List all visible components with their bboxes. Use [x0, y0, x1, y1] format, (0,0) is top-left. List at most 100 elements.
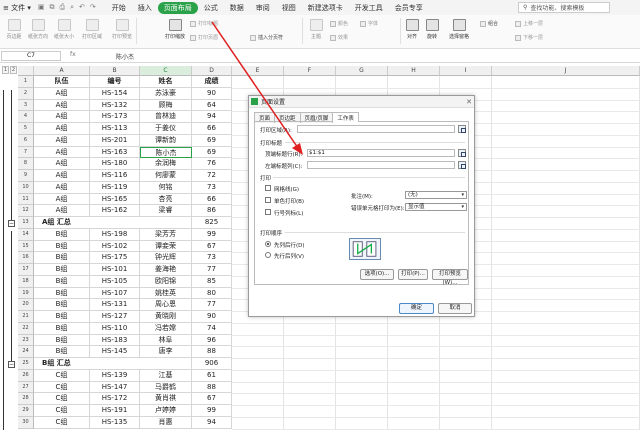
score-cell[interactable]: 69: [192, 134, 232, 147]
score-cell[interactable]: 73: [192, 181, 232, 194]
name-cell[interactable]: 姜海艳: [140, 264, 192, 276]
row-header[interactable]: 27: [18, 381, 34, 394]
team-cell[interactable]: A组: [34, 123, 90, 135]
team-cell[interactable]: A组: [34, 205, 90, 217]
id-cell[interactable]: HS-154: [90, 87, 140, 100]
column-header-c[interactable]: C: [140, 66, 192, 76]
name-cell[interactable]: 卢婷婷: [140, 405, 192, 417]
name-cell[interactable]: 冯若嫦: [140, 322, 192, 335]
subtotal-value-cell[interactable]: 906: [192, 358, 232, 370]
id-cell[interactable]: HS-175: [90, 252, 140, 264]
column-header-i[interactable]: I: [440, 66, 492, 76]
id-cell[interactable]: HS-172: [90, 393, 140, 405]
print-title-button[interactable]: 打印标题: [190, 20, 218, 27]
group-button[interactable]: 组合: [480, 20, 498, 27]
row-header[interactable]: 18: [18, 275, 34, 288]
score-cell[interactable]: 67: [192, 393, 232, 405]
column-header-g[interactable]: G: [336, 66, 388, 76]
score-cell[interactable]: 94: [192, 416, 232, 429]
name-cell[interactable]: 梁睿: [140, 205, 192, 217]
team-cell[interactable]: C组: [34, 393, 90, 405]
score-cell[interactable]: 76: [192, 158, 232, 170]
id-cell[interactable]: HS-191: [90, 405, 140, 417]
tab-new[interactable]: 新建选项卡: [302, 2, 349, 14]
row-header[interactable]: 24: [18, 346, 34, 358]
send-backward-button[interactable]: 下移一层: [515, 34, 543, 41]
row-header[interactable]: 17: [18, 264, 34, 276]
score-cell[interactable]: 94: [192, 111, 232, 123]
row-header[interactable]: 30: [18, 416, 34, 429]
id-cell[interactable]: HS-102: [90, 240, 140, 253]
row-header[interactable]: 12: [18, 205, 34, 217]
align-button[interactable]: 对齐: [404, 19, 420, 40]
id-cell[interactable]: HS-162: [90, 205, 140, 217]
ok-button[interactable]: 确定: [399, 303, 434, 314]
name-cell[interactable]: 钟光辉: [140, 252, 192, 264]
column-header-h[interactable]: H: [388, 66, 440, 76]
team-cell[interactable]: B组: [34, 346, 90, 358]
left-cols-input[interactable]: [307, 161, 455, 169]
tab-developer[interactable]: 开发工具: [349, 2, 389, 14]
row-header[interactable]: 15: [18, 240, 34, 253]
tab-insert[interactable]: 插入: [132, 2, 158, 14]
corner-select-all[interactable]: [18, 66, 34, 76]
row-header[interactable]: 21: [18, 311, 34, 323]
score-cell[interactable]: 90: [192, 311, 232, 323]
team-cell[interactable]: A组: [34, 87, 90, 100]
score-cell[interactable]: 96: [192, 334, 232, 347]
name-cell[interactable]: 梁芳芳: [140, 228, 192, 241]
team-cell[interactable]: A组: [34, 181, 90, 194]
name-box[interactable]: C7: [1, 51, 61, 61]
column-header-j[interactable]: J: [492, 66, 640, 76]
row-header[interactable]: 22: [18, 322, 34, 335]
row-header[interactable]: 1: [18, 76, 34, 88]
id-cell[interactable]: HS-110: [90, 322, 140, 335]
team-cell[interactable]: B组: [34, 334, 90, 347]
fx-icon[interactable]: fx: [70, 51, 76, 58]
name-cell[interactable]: 余润梅: [140, 158, 192, 170]
paper-size-button[interactable]: 纸张大小: [53, 19, 75, 40]
name-cell[interactable]: 姚桂英: [140, 287, 192, 300]
print-scale-button[interactable]: 打印缩放: [163, 19, 187, 40]
id-cell[interactable]: HS-119: [90, 181, 140, 194]
id-cell[interactable]: HS-198: [90, 228, 140, 241]
id-cell[interactable]: HS-201: [90, 134, 140, 147]
header-footer-button[interactable]: 打印页眉: [190, 34, 218, 41]
print-preview-button[interactable]: 打印预览: [110, 19, 134, 40]
name-cell[interactable]: 黄肖祺: [140, 393, 192, 405]
score-cell[interactable]: 88: [192, 381, 232, 394]
cancel-button[interactable]: 取消: [438, 303, 472, 314]
row-header[interactable]: 19: [18, 287, 34, 300]
score-cell[interactable]: 69: [192, 146, 232, 159]
row-header[interactable]: 14: [18, 228, 34, 241]
row-header[interactable]: 11: [18, 193, 34, 206]
id-cell[interactable]: HS-101: [90, 264, 140, 276]
id-cell[interactable]: HS-113: [90, 123, 140, 135]
collapse-group-icon[interactable]: −: [8, 219, 15, 227]
name-cell[interactable]: 马爵鹤: [140, 381, 192, 394]
options-button[interactable]: 选项(O)...: [360, 269, 394, 280]
team-cell[interactable]: A组: [34, 134, 90, 147]
row-header[interactable]: 29: [18, 405, 34, 417]
team-cell[interactable]: A组: [34, 170, 90, 182]
header-cell[interactable]: 队伍: [34, 76, 90, 88]
header-cell[interactable]: 姓名: [140, 76, 192, 88]
column-header-d[interactable]: D: [192, 66, 232, 76]
print-area-button[interactable]: 打印区域: [80, 19, 104, 40]
score-cell[interactable]: 72: [192, 170, 232, 182]
row-header[interactable]: 8: [18, 158, 34, 170]
team-cell[interactable]: B组: [34, 275, 90, 288]
subtotal-label-cell[interactable]: B组 汇总: [34, 358, 192, 370]
team-cell[interactable]: C组: [34, 416, 90, 429]
search-box[interactable]: ⚲ 查找功能、搜索模板: [518, 2, 610, 13]
save-icon[interactable]: ▣: [38, 3, 45, 12]
tab-page-layout[interactable]: 页面布局: [157, 1, 198, 14]
id-cell[interactable]: HS-163: [90, 146, 140, 159]
outline-level-2[interactable]: 2: [10, 66, 17, 74]
top-rows-input[interactable]: $1:$1: [307, 149, 455, 157]
fonts-button[interactable]: 字体: [360, 20, 378, 27]
close-icon[interactable]: ✕: [464, 98, 474, 106]
column-header-f[interactable]: F: [284, 66, 336, 76]
team-cell[interactable]: A组: [34, 158, 90, 170]
id-cell[interactable]: HS-127: [90, 311, 140, 323]
